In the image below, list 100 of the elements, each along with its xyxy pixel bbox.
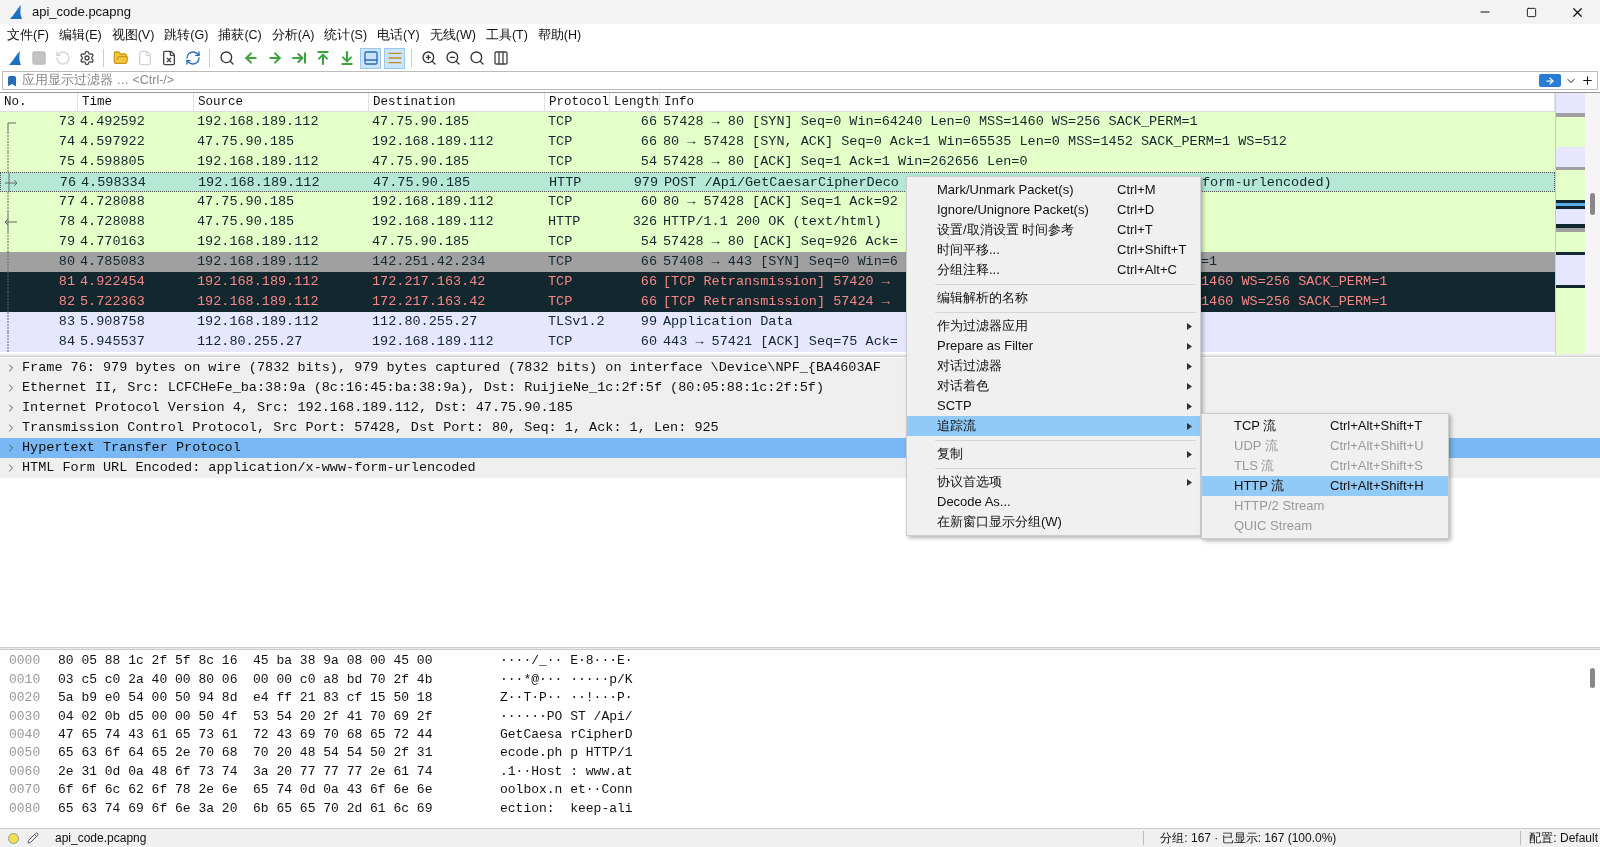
table-cell-text: 66 (639, 273, 658, 291)
status-ready-icon (8, 832, 19, 844)
ascii-text: .1··Host : www.at (500, 762, 633, 781)
packet-minimap[interactable] (1555, 93, 1585, 354)
menu-bar-item[interactable]: 文件(F) (2, 24, 54, 46)
menu-bar-item[interactable]: 帮助(H) (532, 24, 587, 46)
table-cell-text: 47.75.90.185 (372, 174, 472, 192)
table-cell-text: 5.945537 (79, 333, 146, 351)
add-icon[interactable] (1581, 74, 1594, 87)
table-cell-text: 66 (639, 133, 658, 151)
menu-bar-item[interactable]: 捕获(C) (213, 24, 267, 46)
menu-item[interactable]: Decode As... (907, 492, 1200, 512)
menu-bar-item[interactable]: 统计(S) (319, 24, 373, 46)
table-cell-text: 99 (639, 313, 658, 331)
menu-item[interactable]: 对话着色 (907, 376, 1200, 396)
table-cell-text: TCP (547, 193, 574, 211)
tree-row-text: HTML Form URL Encoded: application/x-www-form-urlencoded (22, 458, 476, 477)
hex-bytes: 04 02 0b d5 00 00 50 4f 53 54 20 2f 41 70 69 2f (58, 707, 434, 726)
table-cell-text: 192.168.189.112 (371, 213, 495, 231)
table-cell-text: TCP (547, 133, 574, 151)
table-cell-text: 77 (58, 193, 76, 211)
table-cell-text: 60 (639, 333, 658, 351)
table-cell-text: TCP (547, 293, 574, 311)
scrollbar-thumb[interactable] (1590, 668, 1595, 688)
table-cell-text: 192.168.189.112 (196, 273, 320, 291)
menu-bar-item[interactable]: 视图(V) (106, 24, 160, 46)
hex-bytes: 03 c5 c0 2a 40 00 80 06 00 00 c0 a8 bd 70 2f 4b (58, 670, 434, 689)
table-cell-text: 80 (58, 253, 76, 271)
table-cell-text: 172.217.163.42 (371, 273, 487, 291)
table-cell-text: 60 (639, 193, 658, 211)
menu-bar-item[interactable]: 跳转(G) (159, 24, 214, 46)
hex-offset: 0000 (9, 652, 42, 671)
table-cell-text: 4.770163 (79, 233, 146, 251)
hex-bytes: 47 65 74 43 61 65 73 61 72 43 69 70 68 65 72 44 (58, 726, 434, 744)
scrollbar-thumb[interactable] (1590, 193, 1595, 215)
hex-offset: 0080 (9, 799, 42, 818)
table-cell: 443 → 57421 [ACK] Seq=75 Ack= (663, 334, 898, 349)
table-cell-text: 4.922454 (79, 273, 146, 291)
table-cell-text: TCP (547, 233, 574, 251)
menu-item[interactable]: 对话过滤器 (907, 356, 1200, 376)
table-cell-text: TCP (547, 253, 574, 271)
menu-bar-item[interactable]: 分析(A) (266, 24, 320, 46)
menu-item[interactable]: HTTP 流 Ctrl+Alt+Shift+H (1202, 476, 1448, 496)
ascii-text: Z··T·P·· ··!···P· (500, 689, 633, 708)
packet-row[interactable]: 75 4.598805 192.168.189.112 47.75.90.185 TCP 54 57428 → 80 [ACK] Seq=1 Ack=1 Win=262656 Len=0 (0, 152, 1555, 172)
pencil-icon[interactable] (27, 832, 39, 844)
colorize-icon[interactable] (384, 47, 405, 69)
table-cell-text: 192.168.189.112 (196, 113, 320, 131)
table-cell-text: 192.168.189.112 (196, 293, 320, 311)
table-cell-text: 82 (58, 293, 76, 311)
submenu-arrow-icon (1187, 342, 1192, 350)
packet-row[interactable]: 73 4.492592 192.168.189.112 47.75.90.185 TCP 66 57428 → 80 [SYN] Seq=0 Win=64240 Len=0 MSS=1460 WS=256 SACK_PERM=1 (0, 112, 1555, 132)
menu-bar-item[interactable]: 编辑(E) (53, 24, 107, 46)
table-cell-text: 73 (58, 113, 76, 131)
table-cell-text: form-urlencoded) (1202, 174, 1332, 192)
menu-item[interactable]: 追踪流 (907, 416, 1200, 436)
table-cell-text: 75 (58, 153, 76, 171)
bookmark-icon[interactable] (6, 73, 18, 88)
menu-item[interactable]: TCP 流 Ctrl+Alt+Shift+T (1202, 416, 1448, 436)
menu-bar-item[interactable]: 无线(W) (424, 24, 481, 46)
submenu-arrow-icon (1187, 422, 1192, 430)
table-cell-text: 66 (639, 293, 658, 311)
table-cell-text: 4.598805 (79, 153, 146, 171)
table-cell-text: 47.75.90.185 (196, 213, 296, 231)
apply-filter-button[interactable] (1539, 74, 1561, 87)
hex-bytes: 2e 31 0d 0a 48 6f 73 74 3a 20 77 77 77 2e 61 74 (58, 762, 434, 781)
hex-offset: 0050 (9, 744, 42, 763)
table-cell-text: 78 (58, 213, 76, 231)
table-cell-text: 47.75.90.185 (196, 133, 296, 151)
table-cell: 80 → 57428 [ACK] Seq=1 Ack=92 (663, 194, 898, 209)
hex-offset: 0070 (9, 781, 42, 800)
table-cell-text: 1460 WS=256 SACK_PERM=1 (1201, 293, 1388, 311)
shark-fin-icon (8, 4, 24, 20)
autoscroll-icon[interactable] (360, 47, 381, 69)
table-cell-text: 5.722363 (79, 293, 146, 311)
hex-bytes: 65 63 74 69 6f 6e 3a 20 6b 65 65 70 2d 61 6c 69 (58, 799, 434, 818)
tree-row-text: Hypertext Transfer Protocol (22, 438, 241, 457)
table-cell-text: 4.728088 (79, 213, 146, 231)
ascii-text: ection: keep-ali (500, 799, 633, 818)
tree-row-text: Transmission Control Protocol, Src Port: 57428, Dst Port: 80, Seq: 1, Ack: 1, Len: 925 (22, 418, 719, 437)
ascii-text: ecode.ph p HTTP/1 (500, 744, 633, 763)
table-cell: Application Data (663, 314, 793, 329)
table-cell-text: 84 (58, 333, 76, 351)
tree-row-text: Ethernet II, Src: LCFCHeFe_ba:38:9a (8c:16:45:ba:38:9a), Dst: RuijieNe_1c:2f:5f (80:05:88:1c:2f:5f) (22, 378, 825, 397)
menu-bar-item[interactable]: 电话(Y) (372, 24, 425, 46)
table-cell: 57428 → 80 [ACK] Seq=1 Ack=1 Win=262656 Len=0 (663, 154, 1028, 169)
table-cell-text: 5.908758 (79, 313, 146, 331)
table-cell-text: 54 (639, 153, 658, 171)
submenu-arrow-icon (1187, 450, 1192, 458)
table-cell: 57428 → 80 [SYN] Seq=0 Win=64240 Len=0 MSS=1460 WS=256 SACK_PERM=1 (663, 114, 1198, 129)
menu-bar-item[interactable]: 工具(T) (480, 24, 533, 46)
submenu-arrow-icon (1187, 382, 1192, 390)
table-cell-text: 4.492592 (79, 113, 146, 131)
hex-bytes: 6f 6f 6c 62 6f 78 2e 6e 65 74 0d 0a 43 6f 6e 6e (58, 781, 434, 800)
hex-offset: 0010 (9, 670, 42, 689)
menu-item[interactable]: 在新窗口显示分组(W) (907, 512, 1200, 532)
submenu-arrow-icon (1187, 402, 1192, 410)
table-cell-text: HTTP (548, 174, 583, 192)
packet-row[interactable]: 74 4.597922 47.75.90.185 192.168.189.112 TCP 66 80 → 57428 [SYN, ACK] Seq=0 Ack=1 Win=65535 Len=0 MSS=1452 SACK_PERM=1 WS=512 (0, 132, 1555, 152)
menu-item[interactable]: SCTP (907, 396, 1200, 416)
